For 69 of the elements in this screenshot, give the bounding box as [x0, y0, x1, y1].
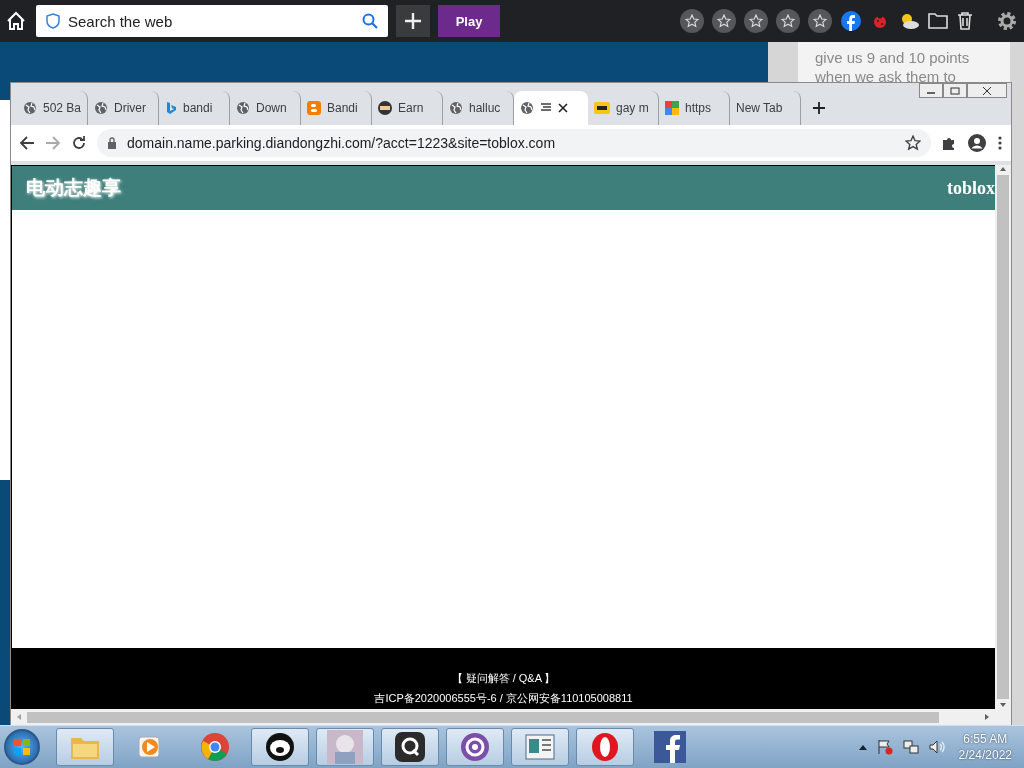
horizontal-scrollbar[interactable]	[11, 709, 995, 725]
globe-icon	[520, 101, 534, 115]
card-text: when we ask them to	[815, 67, 957, 86]
reload-icon[interactable]	[71, 135, 87, 151]
ghost-face-icon	[265, 732, 295, 762]
facebook-icon	[654, 731, 686, 763]
clock-date: 2/24/2022	[958, 747, 1012, 763]
menu-icon[interactable]	[997, 135, 1003, 151]
taskbar-app-button[interactable]	[381, 728, 439, 766]
scroll-right-icon[interactable]	[983, 713, 991, 721]
browser-tab[interactable]	[514, 91, 588, 125]
play-button[interactable]: Play	[438, 5, 500, 37]
media-player-icon	[137, 734, 163, 760]
close-tab-icon[interactable]	[558, 103, 568, 113]
scroll-up-icon[interactable]	[999, 165, 1007, 173]
search-field[interactable]: Search the web	[36, 5, 388, 37]
newspaper-icon	[525, 734, 555, 760]
bookmark-star-icon[interactable]	[905, 135, 921, 151]
puzzle-icon[interactable]	[941, 135, 957, 151]
search-icon[interactable]	[362, 13, 378, 29]
network-icon[interactable]	[902, 739, 919, 755]
flag-icon[interactable]	[876, 739, 893, 755]
windows-logo-icon	[13, 738, 31, 756]
maximize-icon	[950, 86, 960, 95]
scroll-thumb[interactable]	[997, 175, 1009, 699]
home-icon[interactable]	[6, 11, 26, 31]
shield-icon	[46, 13, 60, 29]
minimize-button[interactable]	[919, 83, 943, 98]
globe-icon	[449, 101, 463, 115]
lock-icon	[107, 137, 117, 149]
scroll-thumb[interactable]	[27, 711, 939, 723]
blogger-icon	[307, 101, 321, 115]
b-logo-icon	[165, 101, 177, 115]
list-icon	[540, 103, 552, 113]
show-hidden-icons-icon[interactable]	[858, 744, 867, 750]
back-icon[interactable]	[19, 135, 35, 151]
globe-icon	[94, 101, 108, 115]
add-button[interactable]	[396, 5, 430, 37]
start-button[interactable]	[4, 729, 40, 765]
search-input[interactable]: Search the web	[66, 11, 356, 31]
ninja-face-icon	[378, 101, 392, 115]
close-button[interactable]	[967, 83, 1007, 98]
trash-icon[interactable]	[956, 11, 974, 31]
plus-icon	[404, 12, 422, 30]
plus-icon	[812, 101, 826, 115]
q-app-icon	[395, 732, 425, 762]
taskbar-app-button[interactable]	[251, 728, 309, 766]
globe-icon	[236, 101, 250, 115]
card-text: give us 9 and 10 points	[815, 48, 971, 67]
colorful-grid-icon	[665, 101, 679, 115]
facebook-icon[interactable]	[840, 10, 862, 32]
speaker-icon[interactable]	[928, 739, 945, 755]
qa-link[interactable]: 【 疑问解答 / Q&A 】	[451, 672, 556, 684]
folder-icon[interactable]	[928, 12, 948, 30]
profile-icon[interactable]	[967, 133, 987, 153]
opera-icon	[590, 732, 620, 762]
clock-time: 6:55 AM	[963, 731, 1008, 747]
address-bar[interactable]: domain.name.parking.diandongzhi.com/?acct=1223&site=toblox.com	[97, 129, 931, 157]
domain-name: toblox	[947, 177, 995, 199]
vertical-scrollbar[interactable]	[995, 165, 1011, 709]
close-icon	[982, 86, 992, 95]
globe-icon	[23, 101, 37, 115]
site-title: 电动志趣享	[26, 176, 121, 200]
settings-icon[interactable]	[996, 10, 1018, 32]
license-text: 吉ICP备2020006555号-6 / 京公网安备110105008811	[374, 692, 633, 704]
imdb-icon	[594, 102, 610, 114]
at-sign-icon	[460, 732, 490, 762]
chrome-icon	[200, 732, 230, 762]
maximize-button[interactable]	[943, 83, 967, 98]
